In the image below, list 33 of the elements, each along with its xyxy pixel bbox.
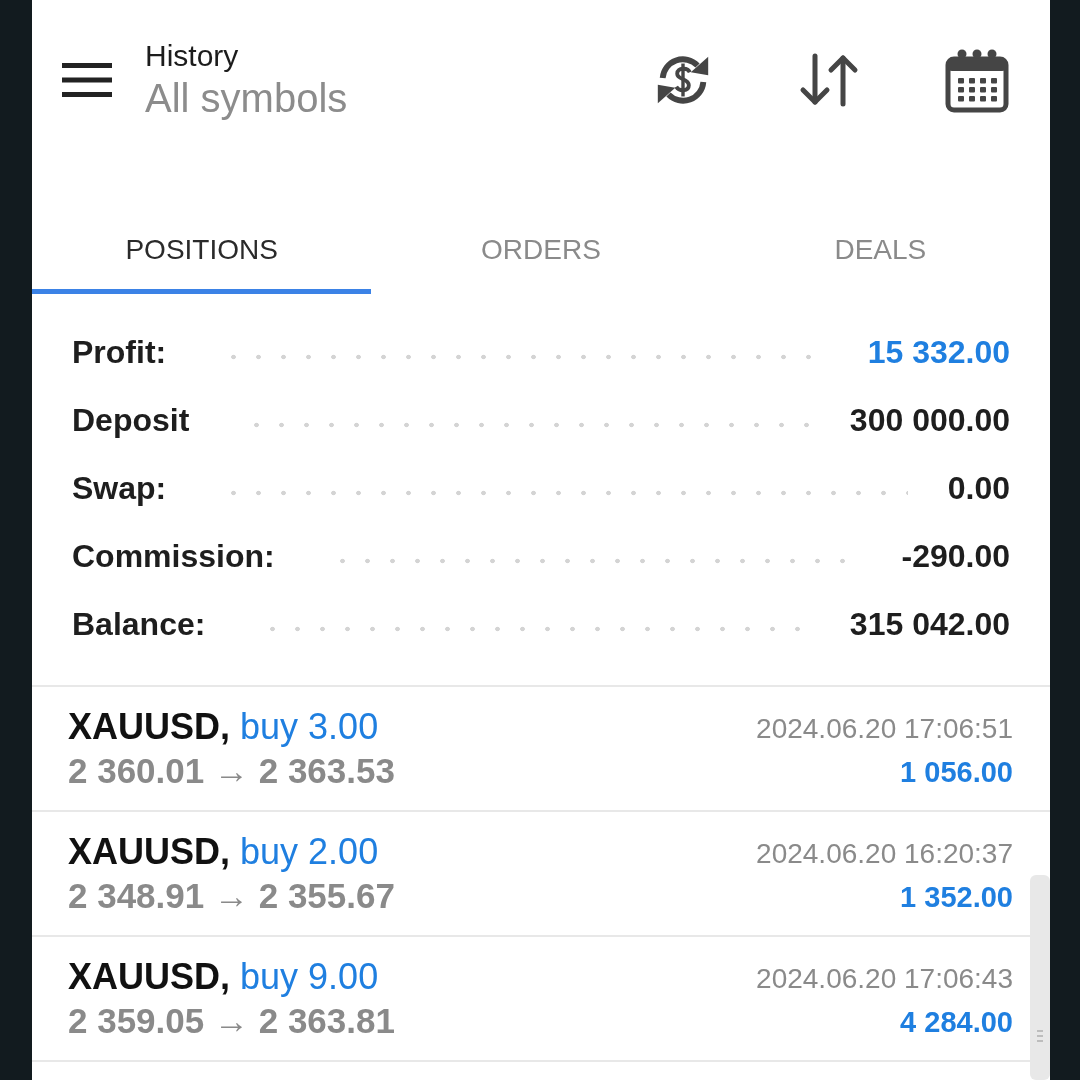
trade-side-volume: buy 2.00 <box>240 831 379 872</box>
summary-value: 15 332.00 <box>867 333 1010 372</box>
trade-side-volume: buy 9.00 <box>240 956 379 997</box>
symbol-filter[interactable]: All symbols <box>145 74 348 122</box>
price-range: 2 360.01 → 2 363.53 <box>68 750 395 792</box>
trade-time: 2024.06.20 17:06:43 <box>756 962 1013 996</box>
trade-time: 2024.06.20 17:06:51 <box>756 712 1013 746</box>
summary-label: Deposit <box>72 401 190 440</box>
symbol-name: XAUUSD, <box>68 706 231 747</box>
summary-label: Profit: <box>72 333 167 372</box>
summary-label: Balance: <box>72 605 206 644</box>
summary-label: Commission: <box>72 537 275 576</box>
price-range: 2 348.91 → 2 355.67 <box>68 875 395 917</box>
trade-side-volume: buy 3.00 <box>240 706 379 747</box>
screen-title: History <box>145 38 240 74</box>
summary-value: -290.00 <box>901 537 1010 576</box>
summary-value: 315 042.00 <box>849 605 1010 644</box>
trade-time: 2024.06.20 16:20:37 <box>756 837 1013 871</box>
tab[interactable]: POSITIONS <box>32 150 372 294</box>
summary-value: 300 000.00 <box>849 401 1010 440</box>
tab[interactable]: DEALS <box>710 150 1050 294</box>
trade-profit: 4 284.00 <box>899 1005 1013 1040</box>
scrollbar-thumb[interactable] <box>1030 875 1050 1080</box>
summary-value: 0.00 <box>947 469 1010 508</box>
summary-label: Swap: <box>72 469 167 508</box>
trade-profit: 1 352.00 <box>899 880 1013 915</box>
price-range: 2 359.05 → 2 363.81 <box>68 1000 395 1042</box>
trade-profit: 1 056.00 <box>899 755 1013 790</box>
calendar-icon[interactable] <box>944 47 1010 113</box>
tab[interactable]: ORDERS <box>371 150 711 294</box>
symbol-name: XAUUSD, <box>68 831 231 872</box>
symbol-name: XAUUSD, <box>68 956 231 997</box>
menu-icon[interactable] <box>62 63 112 97</box>
